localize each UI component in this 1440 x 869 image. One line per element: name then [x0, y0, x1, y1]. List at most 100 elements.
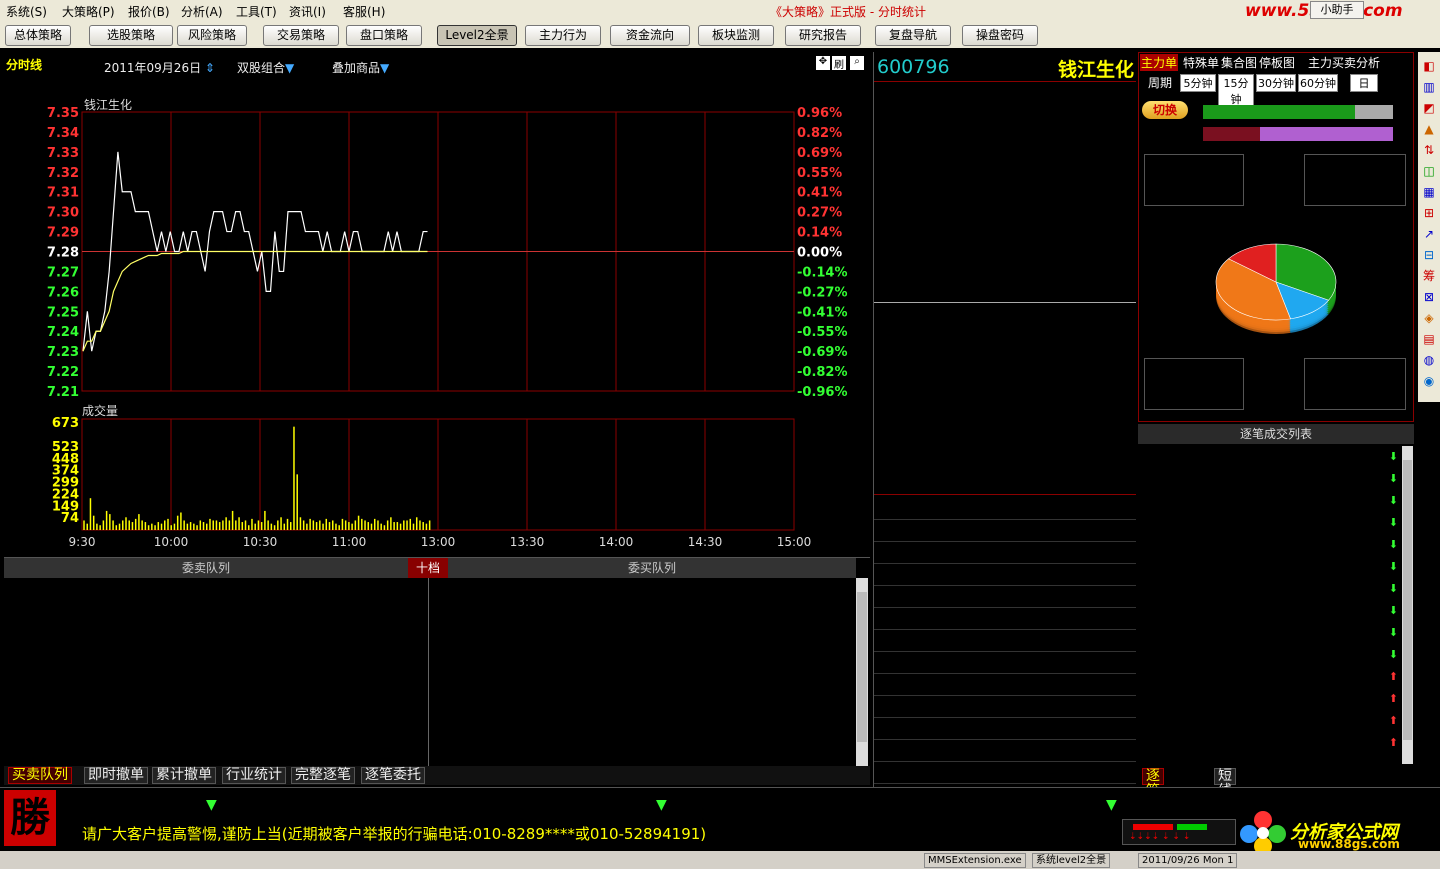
menu-strategy[interactable]: 大策略(P) — [62, 3, 115, 20]
down-triangle-icon: ▼ — [206, 797, 217, 813]
main-force-analysis-panel: 主力单 特殊单 集合图 停板图 主力买卖分析 周期 5分钟 15分钟 30分钟 60分钟日 … — [1138, 52, 1416, 829]
stat-row — [874, 674, 1136, 696]
stock-code: 600796 — [877, 56, 950, 78]
menu-quote[interactable]: 报价(B) — [128, 3, 170, 20]
menu-news[interactable]: 资讯(I) — [289, 3, 326, 20]
side-tool-icon-15[interactable]: ◉ — [1421, 373, 1437, 389]
period-option-4[interactable]: 日 — [1350, 74, 1378, 92]
side-tool-icon-3[interactable]: ▲ — [1421, 121, 1437, 137]
x-tick-label: 9:30 — [69, 535, 96, 549]
trade-row: ⬇ — [1138, 622, 1398, 644]
overlay-selector[interactable]: 叠加商品▼ — [332, 59, 389, 76]
toolbar-button-9[interactable]: 研究报告 — [785, 25, 861, 46]
side-tool-icon-2[interactable]: ◩ — [1421, 100, 1437, 116]
x-tick-label: 10:30 — [243, 535, 278, 549]
x-tick-label: 14:00 — [599, 535, 634, 549]
orderbook-row — [874, 214, 1136, 236]
pct-tick-label: -0.14% — [797, 265, 848, 280]
analysis-tab-3[interactable]: 停板图 — [1258, 54, 1297, 71]
y-tick-label: 7.28 — [47, 246, 79, 261]
side-tool-icon-10[interactable]: 筹 — [1421, 268, 1437, 284]
pct-tick-label: -0.82% — [797, 365, 848, 380]
period-option-3[interactable]: 60分钟 — [1298, 74, 1338, 92]
toolbar-button-6[interactable]: 主力行为 — [525, 25, 601, 46]
pct-tick-label: 0.55% — [797, 166, 842, 181]
menu-tools[interactable]: 工具(T) — [236, 3, 277, 20]
side-tool-icon-8[interactable]: ↗ — [1421, 226, 1437, 242]
bottom-tab-1[interactable]: 即时撤单 — [84, 767, 148, 784]
ten-level-button[interactable]: 十档 — [408, 558, 448, 578]
toolbar-button-11[interactable]: 操盘密码 — [962, 25, 1038, 46]
trades-scrollbar[interactable] — [1402, 446, 1413, 764]
side-tool-icon-6[interactable]: ▦ — [1421, 184, 1437, 200]
period-option-2[interactable]: 30分钟 — [1256, 74, 1296, 92]
bottom-tab-3[interactable]: 行业统计 — [222, 767, 286, 784]
menu-analysis[interactable]: 分析(A) — [181, 3, 223, 20]
queue-scrollbar[interactable] — [856, 578, 868, 766]
help-button[interactable]: 小助手 — [1310, 1, 1364, 19]
side-tool-icon-11[interactable]: ⊠ — [1421, 289, 1437, 305]
bottom-tab-0[interactable]: 买卖队列 — [8, 767, 72, 784]
orderbook-row — [874, 325, 1136, 347]
quote-panel: 600796 钱江生化 — [873, 52, 1136, 787]
toolbar-button-3[interactable]: 交易策略 — [263, 25, 339, 46]
toolbar-button-7[interactable]: 资金流向 — [610, 25, 690, 46]
side-tool-icon-14[interactable]: ◍ — [1421, 352, 1437, 368]
side-tool-icon-4[interactable]: ⇅ — [1421, 142, 1437, 158]
toolbar-button-10[interactable]: 复盘导航 — [875, 25, 951, 46]
taskbar-item[interactable]: MMSExtension.exe — [924, 853, 1026, 868]
toolbar-button-1[interactable]: 选股策略 — [89, 25, 173, 46]
side-tool-icon-5[interactable]: ◫ — [1421, 163, 1437, 179]
active-sell-box — [1144, 154, 1244, 206]
arrow-down-icon: ⬇ — [1388, 604, 1398, 617]
stat-row — [874, 564, 1136, 586]
orderbook-row — [874, 347, 1136, 369]
taskbar-item[interactable]: 系统level2全景 — [1032, 853, 1111, 868]
period-option-1[interactable]: 15分钟 — [1218, 74, 1254, 108]
flower-logo-icon — [1240, 811, 1288, 855]
combo-selector[interactable]: 双股组合▼ — [237, 59, 294, 76]
period-option-0[interactable]: 5分钟 — [1180, 74, 1216, 92]
toolbar-button-8[interactable]: 板块监测 — [698, 25, 774, 46]
toolbar-button-0[interactable]: 总体策略 — [5, 25, 71, 46]
move-icon[interactable]: ✥ — [816, 56, 830, 70]
trade-row: ⬆ — [1138, 688, 1398, 710]
toolbar-button-4[interactable]: 盘口策略 — [346, 25, 422, 46]
sell-queue-header: 委卖队列 — [4, 558, 408, 578]
search-icon[interactable]: ⌕ — [850, 56, 864, 70]
toolbar-button-2[interactable]: 风险策略 — [177, 25, 247, 46]
side-tool-icon-13[interactable]: ▤ — [1421, 331, 1437, 347]
trade-row: ⬆ — [1138, 732, 1398, 754]
taskbar-clock: 2011/09/26 Mon 1 — [1138, 853, 1238, 868]
side-tool-icon-0[interactable]: ◧ — [1421, 58, 1437, 74]
side-tool-icon-1[interactable]: ▥ — [1421, 79, 1437, 95]
side-tool-icon-12[interactable]: ◈ — [1421, 310, 1437, 326]
menu-service[interactable]: 客服(H) — [343, 3, 385, 20]
trades-tab-0[interactable]: 逐笔明细 — [1142, 768, 1164, 829]
breakdown-row — [1147, 378, 1243, 391]
menu-system[interactable]: 系统(S) — [6, 3, 47, 20]
intraday-chart[interactable]: 钱江生化 7.35 0.96% 7.34 0.82% 7.33 0.69% 7.32 0.55%… — [0, 76, 870, 556]
date-selector[interactable]: 2011年09月26日 ⇕ — [104, 59, 215, 76]
orderbook-row — [874, 303, 1136, 325]
arrow-up-icon: ⬆ — [1388, 692, 1398, 705]
analysis-tab-0[interactable]: 主力单 — [1140, 54, 1179, 71]
bottom-tab-2[interactable]: 累计撤单 — [152, 767, 216, 784]
pct-tick-label: 0.82% — [797, 126, 842, 141]
bottom-tabs: 买卖队列 即时撤单 累计撤单 行业统计 完整逐笔 逐笔委托 — [4, 766, 870, 785]
side-tool-icon-7[interactable]: ⊞ — [1421, 205, 1437, 221]
x-tick-label: 14:30 — [688, 535, 723, 549]
index-bar: 勝 ▼ ▼ ▼ — [0, 787, 1440, 846]
analysis-tab-1[interactable]: 特殊单 — [1182, 54, 1221, 71]
average-line — [82, 250, 428, 352]
refresh-icon[interactable]: 刷 — [832, 56, 846, 71]
bottom-tab-5[interactable]: 逐笔委托 — [361, 767, 425, 784]
switch-button[interactable]: 切换 — [1142, 101, 1188, 119]
volume-tick-label: 74 — [61, 511, 79, 526]
trades-tab-1[interactable]: 短线精灵 — [1214, 768, 1236, 829]
toolbar-button-5[interactable]: Level2全景 — [437, 25, 517, 46]
arrow-up-icon: ⬆ — [1388, 670, 1398, 683]
side-tool-icon-9[interactable]: ⊟ — [1421, 247, 1437, 263]
analysis-tab-2[interactable]: 集合图 — [1220, 54, 1259, 71]
bottom-tab-4[interactable]: 完整逐笔 — [291, 767, 355, 784]
